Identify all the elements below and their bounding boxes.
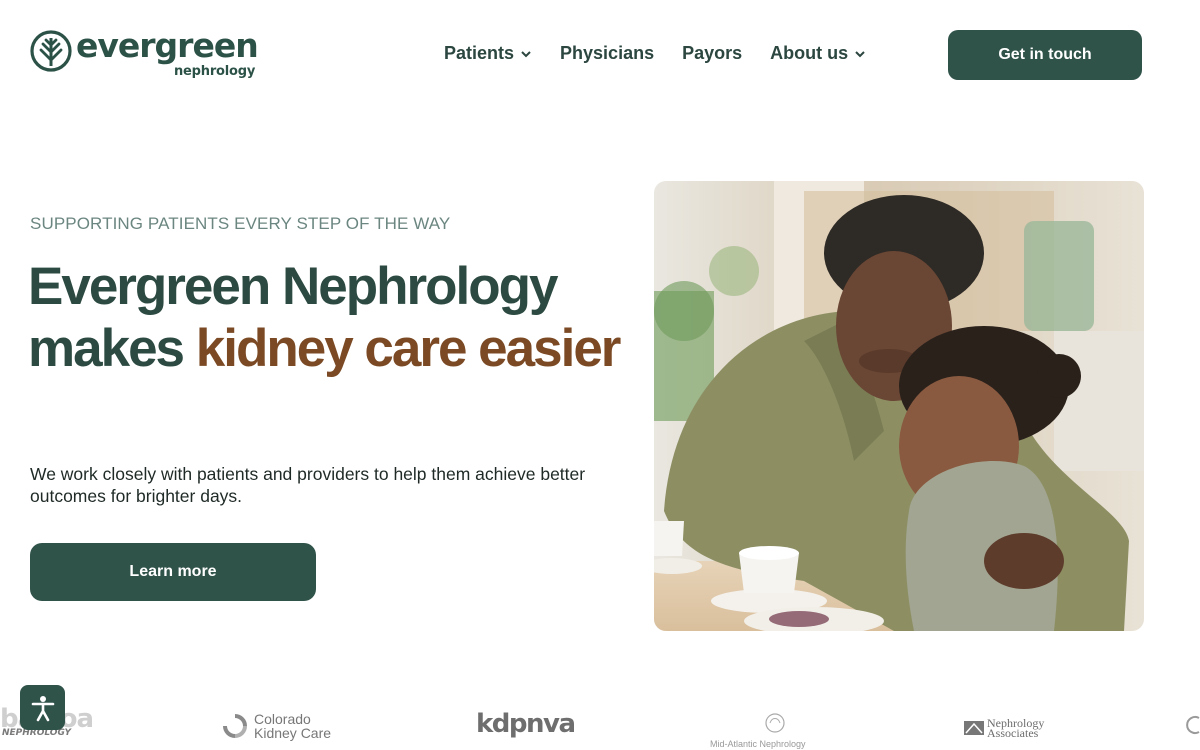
site-header: evergreen nephrology Patients Physicians… — [0, 0, 1200, 110]
nav-item-label: Physicians — [560, 43, 655, 63]
partner-logo-colorado: Colorado Kidney Care — [222, 712, 340, 740]
headline-accent: kidney care easier — [195, 319, 622, 378]
partial-logo-icon — [1186, 716, 1200, 734]
partner-logo-mid-atlantic: Mid-Atlantic Nephrology Associates, P.A. — [710, 712, 820, 750]
learn-more-button[interactable]: Learn more — [30, 543, 316, 601]
nav-item-label: Payors — [682, 43, 743, 63]
nav-item-patients[interactable]: Patients — [444, 43, 532, 64]
chevron-down-icon — [521, 50, 531, 57]
evergreen-tree-icon — [30, 30, 72, 72]
hero-photo — [654, 181, 1144, 631]
hero-headline: Evergreen Nephrology makes kidney care e… — [28, 256, 628, 380]
colorado-kidney-icon — [223, 714, 247, 738]
partner-logo-strip: balboa NEPHROLOGY Colorado Kidney Care k… — [0, 700, 1200, 750]
main-nav: Patients Physicians Payors About us — [444, 43, 866, 64]
nav-item-label: About us — [770, 43, 849, 63]
nav-item-about-us[interactable]: About us — [770, 43, 866, 64]
partner-logo-nephrology-associates: Nephrology Associates — [964, 716, 1051, 740]
hero-eyebrow: SUPPORTING PATIENTS EVERY STEP OF THE WA… — [30, 214, 451, 233]
partner-name: Mid-Atlantic Nephrology Associates, P.A. — [710, 739, 806, 750]
hero-description: We work closely with patients and provid… — [30, 464, 586, 506]
nav-item-payors[interactable]: Payors — [682, 43, 742, 64]
mid-atlantic-icon — [765, 713, 785, 733]
partner-logo-kdpnva: kdpnva — [476, 709, 576, 739]
partner-logo-partial — [1186, 714, 1200, 742]
partner-name: Colorado Kidney Care — [254, 711, 332, 741]
accessibility-button[interactable] — [20, 685, 65, 730]
chevron-down-icon — [855, 50, 865, 57]
evergreen-logo[interactable]: evergreen nephrology — [30, 26, 260, 84]
logo-subtitle: nephrology — [174, 64, 256, 79]
partner-name: Nephrology Associates — [987, 716, 1045, 740]
nav-item-physicians[interactable]: Physicians — [560, 43, 654, 64]
nephrology-associates-icon — [964, 721, 984, 735]
logo-wordmark: evergreen — [76, 26, 259, 65]
get-in-touch-button[interactable]: Get in touch — [948, 30, 1142, 80]
partner-name: kdpnva — [476, 709, 576, 739]
accessibility-icon — [31, 695, 54, 721]
nav-item-label: Patients — [444, 43, 515, 63]
